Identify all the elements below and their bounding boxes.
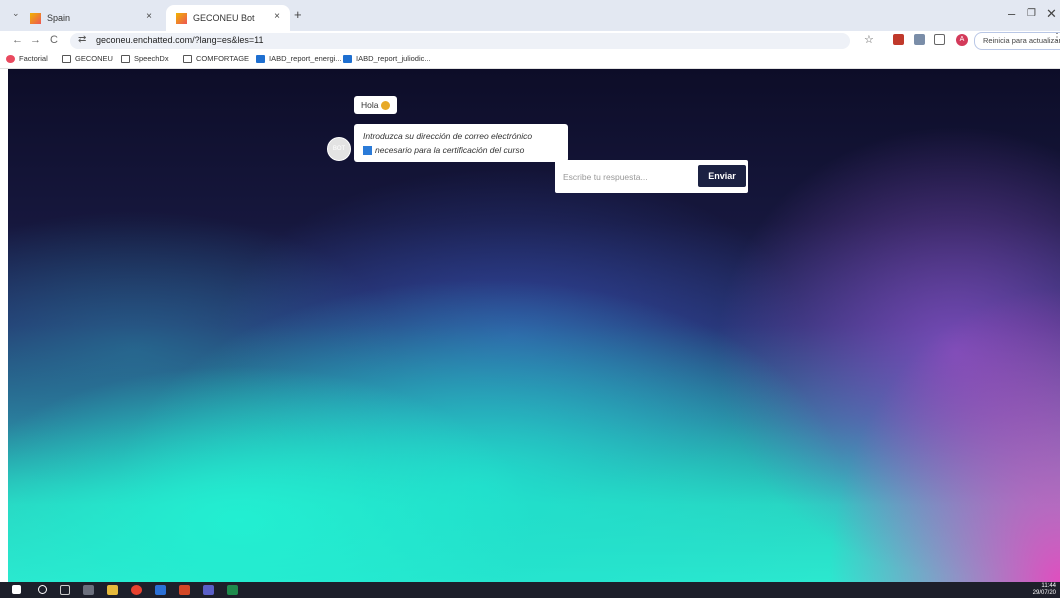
geconeu-tab-favicon-icon: [176, 12, 187, 24]
forward-arrow-icon[interactable]: →: [30, 34, 41, 46]
folder-icon: [62, 54, 71, 63]
answer-form: Enviar: [555, 160, 748, 193]
powerpoint-icon[interactable]: [179, 585, 190, 595]
close-window-icon[interactable]: ✕: [1046, 6, 1057, 22]
update-button[interactable]: Reinicia para actualizar: [974, 32, 1060, 50]
bot-message-bubble: Introduzca su dirección de correo electr…: [354, 124, 568, 162]
message-line-1: Introduzca su dirección de correo electr…: [363, 131, 533, 141]
bookmark-label: SpeechDx: [134, 54, 169, 63]
url-text[interactable]: geconeu.enchatted.com/?lang=es&les=11: [96, 35, 263, 45]
bookmark-folder-speechdx[interactable]: SpeechDx: [121, 54, 169, 63]
bookmark-factorial[interactable]: Factorial: [6, 54, 48, 63]
extensions-puzzle-icon[interactable]: [934, 34, 945, 45]
bookmark-label: IABD_report_juliodic...: [356, 54, 431, 63]
chrome-icon[interactable]: [131, 585, 142, 595]
info-icon: [363, 146, 372, 156]
bookmark-label: GECONEU: [75, 54, 113, 63]
browser-toolbar: ← → C ⇄ geconeu.enchatted.com/?lang=es&l…: [0, 31, 1060, 51]
close-tab-icon[interactable]: ×: [274, 11, 280, 22]
task-view-icon[interactable]: [60, 585, 70, 595]
back-arrow-icon[interactable]: ←: [12, 34, 23, 46]
message-line-2: necesario para la certificación del curs…: [375, 145, 525, 155]
tab-spain[interactable]: Spain ×: [30, 5, 162, 31]
restore-icon[interactable]: ❐: [1027, 8, 1036, 19]
bookmark-star-icon[interactable]: ☆: [864, 33, 874, 46]
system-clock[interactable]: 11:44 29/07/20: [1033, 583, 1056, 597]
bookmark-folder-comfortage[interactable]: COMFORTAGE: [183, 54, 249, 63]
folder-icon: [121, 54, 130, 63]
tab-geconeu-bot[interactable]: GECONEU Bot ×: [166, 5, 290, 31]
teams-icon[interactable]: [203, 585, 214, 595]
waving-hand-icon: [381, 101, 391, 111]
bookmark-label: COMFORTAGE: [196, 54, 250, 63]
file-explorer-icon[interactable]: [107, 585, 118, 595]
bookmarks-bar: Factorial GECONEU SpeechDx COMFORTAGE IA…: [0, 51, 1060, 69]
new-tab-button[interactable]: +: [294, 7, 302, 22]
answer-input[interactable]: [563, 170, 693, 184]
reload-icon[interactable]: C: [50, 34, 58, 46]
greeting-text: Hola: [361, 100, 379, 110]
bookmark-iabd-energi[interactable]: IABD_report_energi...: [256, 54, 342, 63]
app-icon[interactable]: [83, 585, 94, 595]
windows-start-icon[interactable]: [12, 585, 21, 594]
bookmark-iabd-juliodic[interactable]: IABD_report_juliodic...: [343, 54, 431, 63]
spain-tab-favicon-icon: [30, 12, 41, 24]
profile-avatar[interactable]: A: [956, 34, 968, 46]
factorial-icon: [6, 54, 15, 63]
bookmark-label: Factorial: [19, 54, 48, 63]
tab-label: GECONEU Bot: [193, 13, 255, 23]
outlook-icon: [343, 54, 352, 63]
send-button[interactable]: Enviar: [698, 165, 746, 187]
message-line-2-row: necesario para la certificación del curs…: [363, 143, 559, 157]
windows-taskbar: 11:44 29/07/20: [0, 582, 1060, 598]
translate-extension-icon[interactable]: [914, 34, 925, 45]
chat-page: Hola BOT Introduzca su dirección de corr…: [8, 69, 1060, 582]
search-icon[interactable]: [38, 585, 47, 594]
close-tab-icon[interactable]: ×: [146, 11, 152, 22]
site-settings-icon[interactable]: ⇄: [78, 34, 86, 45]
menu-kebab-icon[interactable]: ⋮: [1052, 32, 1060, 43]
excel-icon[interactable]: [227, 585, 238, 595]
tab-search-chevron-icon[interactable]: ⌄: [12, 8, 20, 19]
bookmark-label: IABD_report_energi...: [269, 54, 342, 63]
address-bar[interactable]: ⇄ geconeu.enchatted.com/?lang=es&les=11: [70, 33, 850, 49]
outlook-icon: [256, 54, 265, 63]
folder-icon: [183, 54, 192, 63]
tab-label: Spain: [47, 13, 71, 23]
greeting-bubble: Hola: [354, 96, 398, 115]
tab-strip: ⌄ Spain × GECONEU Bot × + – ❐ ✕: [0, 0, 1060, 31]
outlook-taskbar-icon[interactable]: [155, 585, 166, 595]
bookmark-folder-geconeu[interactable]: GECONEU: [62, 54, 113, 63]
clock-date: 29/07/20: [1032, 590, 1056, 596]
clock-time: 11:44: [1041, 583, 1056, 589]
bot-avatar: BOT: [327, 137, 351, 161]
pdf-extension-icon[interactable]: [893, 34, 904, 45]
minimize-icon[interactable]: –: [1008, 6, 1015, 21]
